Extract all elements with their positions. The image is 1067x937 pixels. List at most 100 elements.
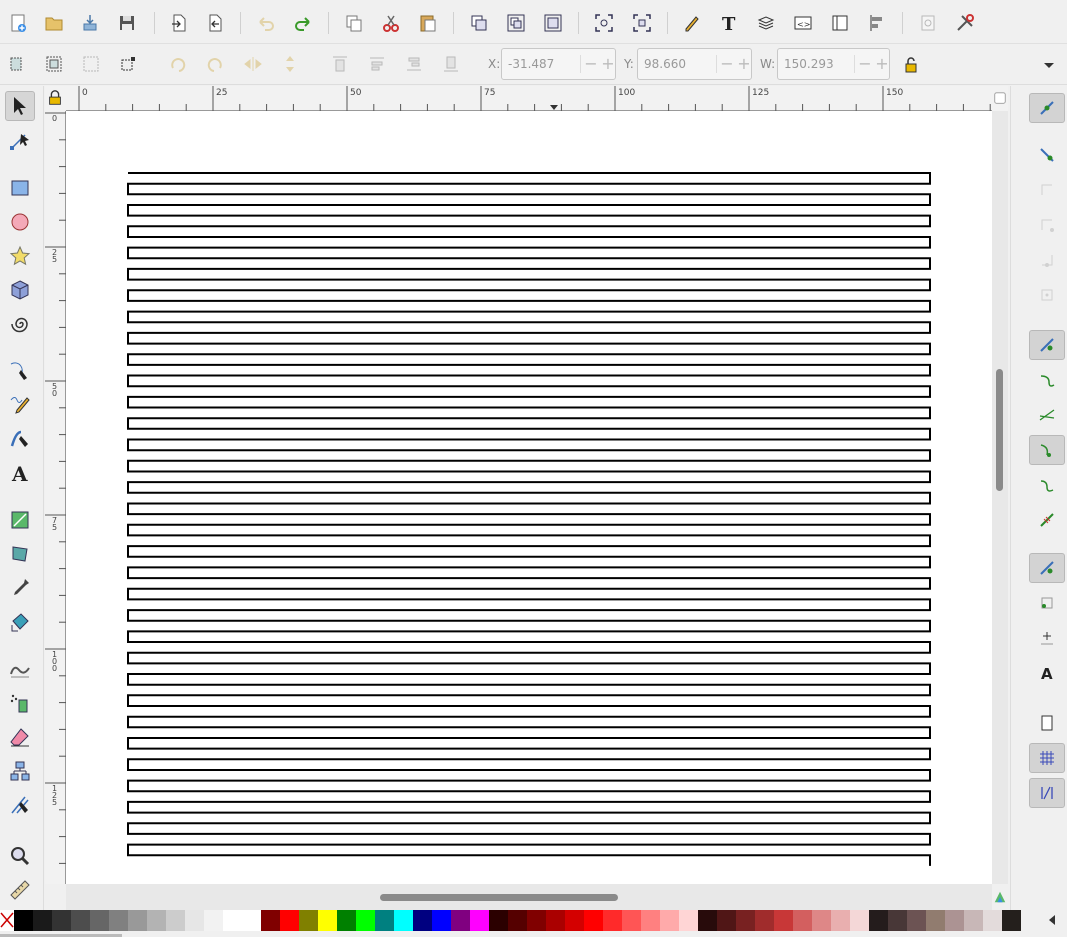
ruler-corner-lock-icon[interactable] xyxy=(45,86,66,111)
import-icon[interactable] xyxy=(77,10,103,36)
undo-icon[interactable] xyxy=(253,10,279,36)
color-swatch[interactable] xyxy=(470,910,489,931)
lower-bottom-icon[interactable] xyxy=(438,51,464,77)
color-swatch[interactable] xyxy=(964,910,983,931)
vertical-scroll-thumb[interactable] xyxy=(996,369,1003,491)
snap-midpoints-toggle[interactable] xyxy=(1029,505,1065,535)
horizontal-scroll-thumb[interactable] xyxy=(380,894,618,901)
flip-vertical-icon[interactable] xyxy=(277,51,303,77)
color-swatch[interactable] xyxy=(261,910,280,931)
y-spinbox[interactable]: 98.660 − + xyxy=(637,48,752,80)
transform-handles-icon[interactable] xyxy=(115,51,141,77)
color-swatch[interactable] xyxy=(451,910,470,931)
rectangle-tool[interactable] xyxy=(5,173,35,203)
text-tool-icon[interactable]: T xyxy=(716,10,742,36)
color-swatch[interactable] xyxy=(603,910,622,931)
snap-page-border-toggle[interactable] xyxy=(1029,708,1065,738)
color-swatch[interactable] xyxy=(546,910,565,931)
clone-icon[interactable] xyxy=(540,10,566,36)
color-swatch[interactable] xyxy=(394,910,413,931)
align-icon[interactable] xyxy=(864,10,890,36)
horizontal-ruler[interactable]: 0 25 50 75 100 125 150 xyxy=(66,86,992,111)
color-swatch[interactable] xyxy=(793,910,812,931)
rotate-cw-icon[interactable] xyxy=(202,51,228,77)
xml-editor-icon[interactable] xyxy=(679,10,705,36)
vertical-scrollbar[interactable] xyxy=(992,111,1008,884)
snap-paths-toggle[interactable] xyxy=(1029,365,1065,395)
color-swatch[interactable] xyxy=(147,910,166,931)
zoom-tool[interactable] xyxy=(5,841,35,871)
color-swatch[interactable] xyxy=(166,910,185,931)
snap-enable-toggle[interactable] xyxy=(1029,93,1065,123)
snap-object-centers-toggle[interactable] xyxy=(1029,588,1065,618)
paste-icon[interactable] xyxy=(415,10,441,36)
y-decrement[interactable]: − xyxy=(716,55,735,73)
cut-icon[interactable] xyxy=(378,10,404,36)
rotate-ccw-icon[interactable] xyxy=(165,51,191,77)
snap-text-baseline-toggle[interactable]: A xyxy=(1029,658,1065,688)
color-swatch[interactable] xyxy=(185,910,204,931)
tweak-tool[interactable] xyxy=(5,654,35,684)
color-swatch[interactable] xyxy=(641,910,660,931)
color-swatch[interactable] xyxy=(660,910,679,931)
color-swatch[interactable] xyxy=(432,910,451,931)
flip-horizontal-icon[interactable] xyxy=(240,51,266,77)
snap-rotation-centers-toggle[interactable] xyxy=(1029,623,1065,653)
w-increment[interactable]: + xyxy=(874,55,890,73)
color-swatch[interactable] xyxy=(318,910,337,931)
mesh-tool[interactable] xyxy=(5,539,35,569)
duplicate-icon[interactable] xyxy=(341,10,367,36)
group-icon[interactable] xyxy=(466,10,492,36)
color-swatch[interactable] xyxy=(52,910,71,931)
layers-icon[interactable] xyxy=(753,10,779,36)
color-swatch[interactable] xyxy=(527,910,546,931)
x-value[interactable]: -31.487 xyxy=(508,57,554,71)
color-swatch[interactable] xyxy=(33,910,52,931)
color-swatch[interactable] xyxy=(869,910,888,931)
zigzag-path[interactable] xyxy=(127,172,931,866)
spray-tool[interactable] xyxy=(5,688,35,718)
color-swatch[interactable] xyxy=(584,910,603,931)
snap-smooth-nodes-toggle[interactable] xyxy=(1029,470,1065,500)
pen-tool[interactable] xyxy=(5,356,35,386)
snap-guides-toggle[interactable] xyxy=(1029,778,1065,808)
color-manage-icon[interactable] xyxy=(992,888,1008,908)
snap-bbox-midpoint-toggle[interactable] xyxy=(1029,245,1065,275)
ungroup-icon[interactable] xyxy=(503,10,529,36)
color-swatch[interactable] xyxy=(299,910,318,931)
color-swatch[interactable] xyxy=(242,910,261,931)
color-swatch[interactable] xyxy=(622,910,641,931)
color-swatch[interactable] xyxy=(71,910,90,931)
raise-icon[interactable] xyxy=(364,51,390,77)
snap-bbox-edge-toggle[interactable] xyxy=(1029,175,1065,205)
snap-cusp-nodes-toggle[interactable] xyxy=(1029,435,1065,465)
color-swatch[interactable] xyxy=(736,910,755,931)
zoom-drawing-icon[interactable] xyxy=(629,10,655,36)
star-tool[interactable] xyxy=(5,241,35,271)
gradient-tool[interactable] xyxy=(5,505,35,535)
open-document-icon[interactable] xyxy=(41,10,67,36)
snap-bbox-corner-toggle[interactable] xyxy=(1029,210,1065,240)
snap-intersections-toggle[interactable] xyxy=(1029,400,1065,430)
node-tool[interactable] xyxy=(5,126,35,156)
select-all-icon[interactable] xyxy=(3,51,29,77)
snap-others-toggle[interactable] xyxy=(1029,553,1065,583)
color-swatch[interactable] xyxy=(755,910,774,931)
color-swatch[interactable] xyxy=(337,910,356,931)
color-swatch[interactable] xyxy=(907,910,926,931)
color-swatch[interactable] xyxy=(850,910,869,931)
y-value[interactable]: 98.660 xyxy=(644,57,686,71)
color-swatch[interactable] xyxy=(508,910,527,931)
pencil-tool[interactable] xyxy=(5,390,35,420)
tools-icon[interactable] xyxy=(952,10,978,36)
color-swatch[interactable] xyxy=(945,910,964,931)
select-all-layers-icon[interactable] xyxy=(41,51,67,77)
color-swatch[interactable] xyxy=(223,910,242,931)
w-decrement[interactable]: − xyxy=(854,55,873,73)
ruler-tool[interactable] xyxy=(5,875,35,905)
color-swatch[interactable] xyxy=(679,910,698,931)
color-swatch[interactable] xyxy=(774,910,793,931)
preferences-icon[interactable] xyxy=(915,10,941,36)
calligraphy-tool[interactable] xyxy=(5,424,35,454)
color-swatch[interactable] xyxy=(280,910,299,931)
